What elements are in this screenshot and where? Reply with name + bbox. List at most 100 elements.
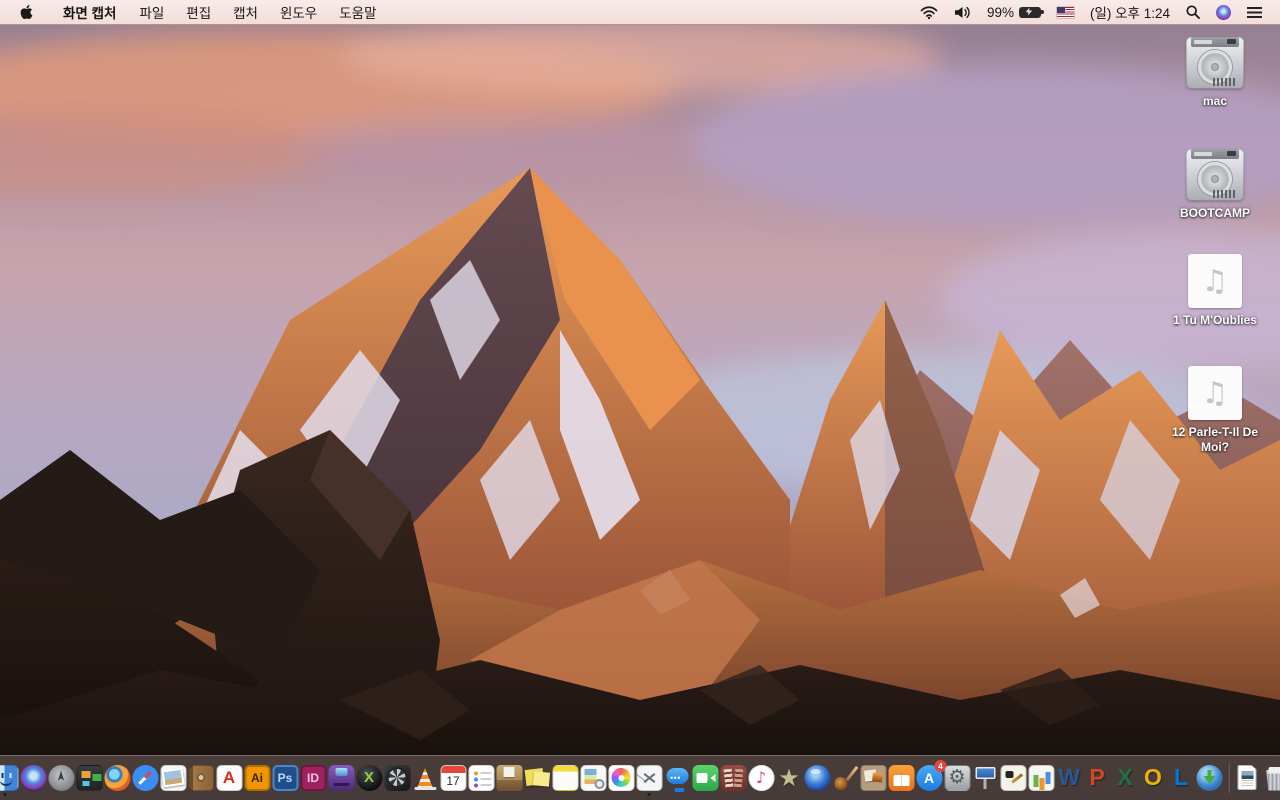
dock-item-unarch[interactable]	[496, 763, 523, 793]
dock-item-grab[interactable]	[636, 763, 663, 796]
dock-item-gband[interactable]	[832, 763, 859, 793]
outlook-icon: O	[1140, 765, 1166, 791]
dock-item-appstore[interactable]: A4	[916, 759, 947, 793]
dock-item-id[interactable]: ID	[300, 763, 327, 793]
dock-item-notes[interactable]	[552, 763, 579, 793]
status-input-flag[interactable]	[1049, 0, 1082, 24]
unarch-icon	[496, 764, 522, 791]
itunes-glyph: ♪	[755, 767, 767, 787]
file-menu[interactable]: 파일	[128, 0, 175, 24]
desktop-icon-mac[interactable]: mac	[1157, 34, 1273, 109]
status-notification-center[interactable]	[1239, 0, 1270, 24]
id-glyph: ID	[307, 770, 319, 785]
gband-icon	[832, 765, 858, 791]
dock-item-collage[interactable]	[860, 763, 887, 793]
desktop-icon-label: 12 Parle-T-Il De Moi?	[1171, 425, 1259, 454]
excel-icon: X	[1112, 765, 1138, 791]
desktop-wallpaper	[0, 0, 1280, 800]
dock-item-divx[interactable]: X	[356, 763, 383, 793]
dock-item-pbooth[interactable]	[720, 763, 747, 793]
contacts-icon	[188, 764, 214, 791]
dock-item-preview[interactable]	[160, 763, 187, 793]
status-siri[interactable]	[1208, 0, 1239, 24]
dock-item-downl[interactable]	[1196, 763, 1223, 793]
trash-icon	[1262, 765, 1280, 791]
dock-item-missionctl[interactable]	[76, 763, 103, 793]
dock-item-itunes[interactable]: ♪	[748, 763, 775, 793]
dock-item-stick[interactable]	[524, 763, 551, 793]
dock-item-keynote[interactable]	[972, 763, 999, 793]
desktop-icon-song2[interactable]: ♫ 12 Parle-T-Il De Moi?	[1157, 366, 1273, 455]
dock-item-ibooks[interactable]	[888, 763, 915, 793]
dock-item-vlc[interactable]	[412, 763, 439, 793]
dock-item-toast[interactable]	[328, 763, 355, 793]
capture-menu[interactable]: 캡처	[222, 0, 269, 24]
safari-icon	[132, 764, 158, 791]
desktop-icon-bootcamp[interactable]: BOOTCAMP	[1157, 146, 1273, 221]
dock-item-messages[interactable]	[664, 763, 691, 793]
grab-icon	[636, 764, 662, 791]
status-clock[interactable]: (일) 오후 1:24	[1082, 0, 1178, 24]
launchpad-icon	[48, 764, 74, 791]
dock-item-rem[interactable]	[468, 763, 495, 793]
preview-icon	[160, 764, 186, 791]
dock-item-ppt[interactable]: P	[1084, 763, 1111, 793]
dock-item-ai[interactable]: Ai	[244, 763, 271, 793]
dock-item-finder[interactable]	[0, 763, 19, 796]
ai-glyph: Ai	[251, 770, 263, 785]
imovie-icon: ★	[776, 765, 802, 791]
desktop-icon-song1[interactable]: ♫ 1 Tu M'Oublies	[1157, 254, 1273, 328]
fan-icon	[384, 764, 410, 791]
dock-item-excel[interactable]: X	[1112, 763, 1139, 793]
status-wifi[interactable]	[912, 0, 946, 24]
dock-item-imovie[interactable]: ★	[776, 763, 803, 793]
dock-item-launchpad[interactable]	[48, 763, 75, 793]
apple-menu[interactable]	[0, 0, 51, 24]
window-menu[interactable]: 윈도우	[269, 0, 328, 24]
notes-icon	[552, 764, 578, 791]
dock-item-cal[interactable]: 17	[440, 763, 467, 793]
dock-item-anot[interactable]	[580, 763, 607, 793]
dock-item-word[interactable]: W	[1056, 763, 1083, 793]
hard-drive-icon	[1186, 37, 1244, 89]
vlc-icon	[412, 765, 438, 791]
ps-glyph: Ps	[277, 770, 293, 785]
status-battery[interactable]: 99%	[979, 0, 1049, 24]
dock-item-docfile[interactable]	[1234, 763, 1261, 793]
sysprefs-icon: ⚙	[944, 764, 970, 791]
app-menu[interactable]: 화면 캡처	[51, 0, 128, 24]
dock-item-acrobat[interactable]: A	[216, 763, 243, 793]
dock-item-firefox[interactable]	[104, 763, 131, 793]
photos-icon	[608, 764, 634, 791]
ppt-glyph: P	[1089, 764, 1105, 790]
dock-item-trash[interactable]	[1262, 763, 1280, 793]
dock-item-fan[interactable]	[384, 763, 411, 793]
dock-item-sysprefs[interactable]: ⚙	[944, 763, 971, 793]
dock-item-numbers09[interactable]	[1028, 763, 1055, 793]
dock-item-siri[interactable]	[20, 763, 47, 793]
dock-item-contacts[interactable]	[188, 763, 215, 793]
help-menu[interactable]: 도움말	[328, 0, 387, 24]
dock-item-pages09[interactable]	[1000, 763, 1027, 793]
dock-item-dvd[interactable]	[804, 763, 831, 793]
audio-file-icon: ♫	[1188, 254, 1242, 308]
dock-divider	[1227, 762, 1229, 793]
dock-item-facetime[interactable]	[692, 763, 719, 793]
dock-item-photos[interactable]	[608, 763, 635, 793]
edit-menu[interactable]: 편집	[175, 0, 222, 24]
siri-icon	[1216, 4, 1231, 20]
toast-icon	[328, 764, 354, 791]
ibooks-icon	[888, 764, 914, 791]
dock-item-outlook[interactable]: O	[1140, 763, 1167, 793]
word-icon: W	[1056, 765, 1082, 791]
status-spotlight[interactable]	[1178, 0, 1208, 24]
dock-item-safari[interactable]	[132, 763, 159, 793]
dock-item-ps[interactable]: Ps	[272, 763, 299, 793]
cal-icon: 17	[440, 764, 466, 791]
music-note-glyph: ♫	[1201, 263, 1229, 299]
numbers09-icon	[1028, 764, 1054, 791]
status-volume[interactable]	[946, 0, 979, 24]
missionctl-icon	[76, 764, 102, 791]
battery-percent: 99%	[986, 4, 1014, 20]
dock-item-lync[interactable]: L	[1168, 763, 1195, 793]
